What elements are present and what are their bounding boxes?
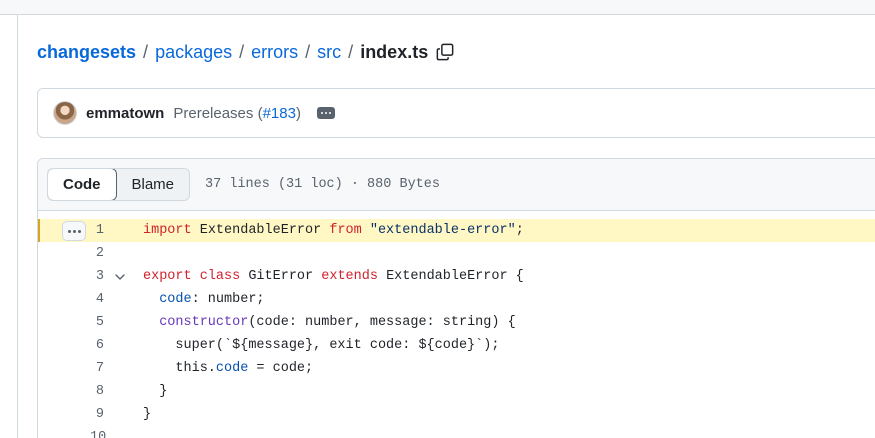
code-text: constructor(code: number, message: strin… — [143, 315, 516, 330]
top-header-strip — [0, 0, 875, 15]
code-text: this.code = code; — [143, 361, 313, 376]
code-token: "extendable-error" — [369, 223, 516, 238]
code-token: = code; — [248, 361, 314, 376]
commit-author[interactable]: emmatown — [86, 105, 164, 122]
file-view-page: changesets / packages / errors / src / i… — [0, 0, 875, 438]
code-line[interactable]: 6 super(`${message}, exit code: ${code}`… — [38, 334, 875, 357]
latest-commit-box: emmatown Prereleases (#183) — [37, 88, 875, 138]
file-meta: 37 lines (31 loc) · 880 Bytes — [205, 177, 440, 192]
commit-message-end: ) — [295, 104, 301, 122]
code-text: export class GitError extends Extendable… — [143, 269, 524, 284]
avatar[interactable] — [53, 101, 77, 125]
code-line[interactable]: 5 constructor(code: number, message: str… — [38, 311, 875, 334]
code-token: ExtendableError { — [386, 269, 524, 284]
copy-icon[interactable] — [436, 43, 454, 61]
sidebar-divider — [17, 15, 18, 438]
code-token: super(`${message}, exit code: ${code}`); — [143, 338, 500, 353]
code-line[interactable]: 3 export class GitError extends Extendabl… — [38, 265, 875, 288]
breadcrumb-errors-link[interactable]: errors — [251, 42, 298, 63]
code-token: class — [199, 269, 249, 284]
code-line[interactable]: 8 } — [38, 380, 875, 403]
kebab-horizontal-icon[interactable] — [62, 221, 86, 241]
breadcrumb-src-link[interactable]: src — [317, 42, 341, 63]
code-token: this. — [143, 361, 216, 376]
breadcrumb: changesets / packages / errors / src / i… — [37, 40, 454, 64]
line-number[interactable]: 7 — [90, 361, 104, 376]
code-token: : number; — [191, 292, 265, 307]
code-token: ; — [515, 223, 524, 238]
code-text: import ExtendableError from "extendable-… — [143, 223, 524, 238]
code-body: 1 import ExtendableError from "extendable… — [38, 211, 875, 438]
code-token: export — [143, 269, 200, 284]
code-line[interactable]: 10 — [38, 426, 875, 438]
code-token: constructor — [159, 315, 249, 330]
code-text: } — [143, 384, 167, 399]
code-token: import — [143, 223, 200, 238]
code-token: } — [143, 407, 152, 422]
line-number[interactable]: 3 — [90, 269, 104, 284]
line-number[interactable]: 10 — [90, 430, 106, 438]
tab-code[interactable]: Code — [48, 169, 117, 200]
breadcrumb-current-file: index.ts — [360, 41, 429, 62]
commit-message-text: Prereleases ( — [173, 104, 263, 122]
line-number[interactable]: 6 — [90, 338, 104, 353]
line-number[interactable]: 2 — [90, 246, 104, 261]
code-token: from — [329, 223, 370, 238]
code-line[interactable]: 4 code: number; — [38, 288, 875, 311]
code-token: code — [215, 361, 249, 376]
code-token: ExtendableError — [199, 223, 330, 238]
code-token: (code: number, message: string) { — [248, 315, 516, 330]
commit-pr-link[interactable]: #183 — [263, 105, 296, 122]
line-number[interactable]: 4 — [90, 292, 104, 307]
breadcrumb-separator: / — [305, 41, 311, 62]
code-panel: Code Blame 37 lines (31 loc) · 880 Bytes… — [37, 158, 875, 438]
code-text: super(`${message}, exit code: ${code}`); — [143, 338, 499, 353]
breadcrumb-separator: / — [143, 41, 149, 62]
view-mode-toggle: Code Blame — [47, 168, 191, 201]
breadcrumb-repo-link[interactable]: changesets — [37, 42, 136, 63]
code-token: code — [159, 292, 192, 307]
code-panel-header: Code Blame 37 lines (31 loc) · 880 Bytes — [38, 159, 875, 211]
code-line[interactable]: 9} — [38, 403, 875, 426]
code-text: code: number; — [143, 292, 265, 307]
line-number[interactable]: 8 — [90, 384, 104, 399]
code-text: } — [143, 407, 151, 422]
code-token: } — [143, 384, 168, 399]
code-line[interactable]: 7 this.code = code; — [38, 357, 875, 380]
code-token: GitError — [248, 269, 322, 284]
breadcrumb-separator: / — [239, 41, 245, 62]
kebab-horizontal-icon[interactable] — [316, 107, 335, 119]
breadcrumb-separator: / — [348, 41, 354, 62]
code-line[interactable]: 1 import ExtendableError from "extendable… — [38, 219, 875, 242]
line-number[interactable]: 9 — [90, 407, 104, 422]
code-line[interactable]: 2 — [38, 242, 875, 265]
chevron-down-icon[interactable] — [114, 271, 126, 283]
tab-blame[interactable]: Blame — [117, 169, 190, 200]
breadcrumb-packages-link[interactable]: packages — [155, 42, 232, 63]
line-number[interactable]: 5 — [90, 315, 104, 330]
code-token: extends — [321, 269, 387, 284]
line-number[interactable]: 1 — [90, 223, 104, 238]
commit-message: Prereleases (#183) — [173, 105, 301, 122]
